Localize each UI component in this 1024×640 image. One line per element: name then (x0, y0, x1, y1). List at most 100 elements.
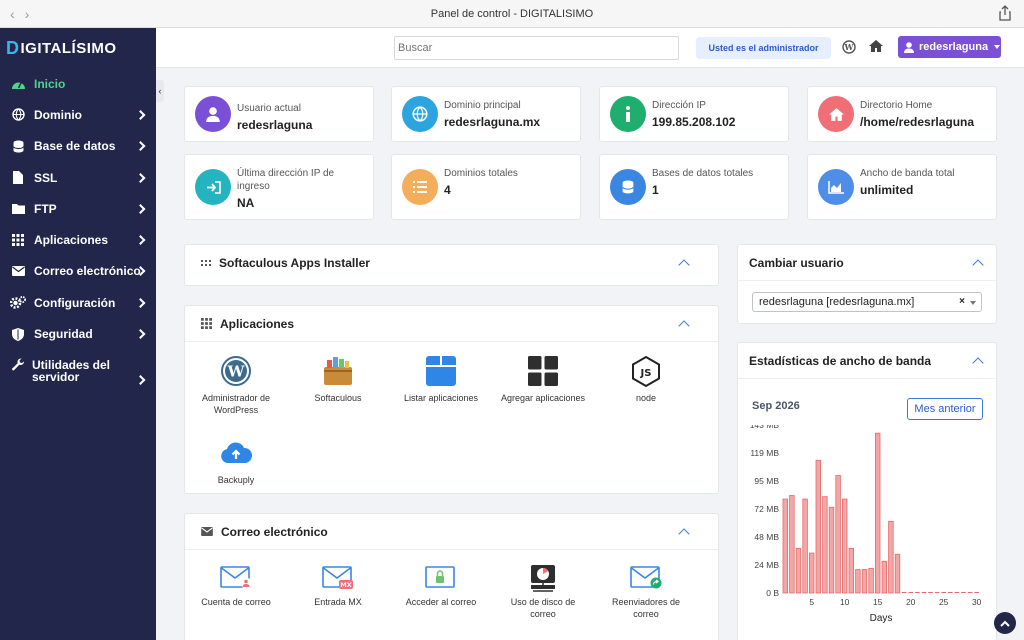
chevron-right-icon (135, 235, 146, 246)
sidebar-item-correo[interactable]: Correo electrónico (0, 256, 156, 287)
list-icon (402, 169, 438, 205)
softaculous-icon (324, 357, 352, 385)
app-node[interactable]: JS node (601, 354, 691, 404)
globe-icon (10, 108, 26, 122)
top-bar: Usted es el administrador W redesrlaguna (156, 28, 1024, 68)
wrench-icon (10, 358, 26, 372)
email-access-webmail[interactable]: Acceder al correo (396, 564, 486, 608)
switch-user-panel-header[interactable]: Cambiar usuario (738, 245, 996, 281)
mail-mx-icon: MX (322, 566, 353, 589)
bar-day-13 (861, 569, 868, 594)
svg-text:W: W (844, 42, 855, 52)
bar-day-1 (782, 498, 788, 594)
email-mx-entry[interactable]: MX Entrada MX (293, 564, 383, 608)
wordpress-icon[interactable]: W (842, 40, 856, 54)
chevron-up-icon[interactable] (678, 528, 690, 540)
sidebar-item-ssl[interactable]: SSL (0, 162, 156, 193)
home-icon (818, 96, 854, 132)
sidebar-item-dominio[interactable]: Dominio (0, 99, 156, 130)
area-chart-icon (818, 169, 854, 205)
info-icon (610, 96, 646, 132)
bar-day-10 (842, 498, 848, 594)
bar-day-7 (822, 496, 828, 594)
switch-user-select[interactable]: redesrlaguna [redesrlaguna.mx] × (752, 292, 982, 312)
x-tick-label: 25 (939, 597, 949, 607)
cogs-icon (10, 296, 26, 310)
info-card-dominios-totales: Dominios totales 4 (391, 154, 581, 220)
sidebar-item-base-de-datos[interactable]: Base de datos (0, 131, 156, 162)
nodejs-icon: JS (632, 355, 660, 387)
svg-text:MX: MX (340, 581, 351, 589)
previous-month-button[interactable]: Mes anterior (907, 398, 983, 420)
bar-day-17 (888, 520, 894, 594)
apps-panel-header[interactable]: Aplicaciones (185, 306, 718, 342)
clear-selection-icon[interactable]: × (959, 293, 965, 311)
bar-day-2 (789, 495, 795, 594)
switch-user-panel: Cambiar usuario redesrlaguna [redesrlagu… (737, 244, 997, 324)
svg-text:W: W (227, 363, 246, 381)
disk-usage-icon (531, 565, 555, 592)
chevron-up-icon[interactable] (678, 320, 690, 332)
bar-day-9 (835, 475, 841, 594)
x-tick-label: 15 (873, 597, 883, 607)
app-wordpress-manager[interactable]: W Administrador de WordPress (191, 354, 281, 416)
chevron-up-icon[interactable] (972, 357, 984, 369)
mail-lock-icon (425, 566, 455, 588)
sidebar-collapse-toggle[interactable]: ‹ (156, 80, 164, 102)
app-backuply[interactable]: Backuply (191, 436, 281, 486)
mail-forward-icon (630, 566, 662, 589)
y-tick-label: 119 MB (750, 448, 779, 458)
email-panel-header[interactable]: Correo electrónico (185, 514, 718, 550)
chevron-right-icon (135, 329, 146, 339)
info-card-ip: Dirección IP 199.85.208.102 (599, 86, 789, 142)
y-tick-label: 48 MB (754, 532, 779, 542)
email-disk-usage[interactable]: Uso de disco de correo (498, 564, 588, 620)
email-forwarders[interactable]: Reenviadores de correo (601, 564, 691, 620)
sidebar-item-inicio[interactable]: Inicio (0, 68, 156, 99)
window-title: Panel de control - DIGITALISIMO (430, 8, 594, 20)
search-input[interactable] (394, 36, 679, 60)
y-tick-label: 143 MB (750, 425, 780, 430)
bar-day-4 (802, 498, 808, 594)
bandwidth-panel-header[interactable]: Estadísticas de ancho de banda (738, 343, 996, 379)
x-tick-label: 30 (972, 597, 982, 607)
brand-logo[interactable]: D IGITALÍSIMO (0, 28, 156, 68)
mail-user-icon (220, 566, 252, 589)
admin-badge[interactable]: Usted es el administrador (696, 37, 831, 59)
user-menu-button[interactable]: redesrlaguna (898, 36, 1001, 58)
y-tick-label: 72 MB (754, 504, 779, 514)
app-add-applications[interactable]: Agregar aplicaciones (498, 354, 588, 404)
chevron-right-icon (135, 203, 146, 214)
chevron-up-icon[interactable] (972, 259, 984, 271)
sidebar-item-utilidades[interactable]: Utilidades del servidor (0, 350, 156, 392)
user-icon (904, 41, 914, 53)
scroll-to-top-button[interactable] (994, 612, 1016, 634)
home-icon[interactable] (868, 39, 884, 53)
share-icon[interactable] (998, 5, 1012, 21)
softaculous-panel-header[interactable]: Softaculous Apps Installer (185, 245, 718, 281)
sidebar-item-ftp[interactable]: FTP (0, 193, 156, 224)
sign-in-icon (195, 169, 231, 205)
email-accounts[interactable]: Cuenta de correo (191, 564, 281, 608)
sidebar-item-configuracion[interactable]: Configuración (0, 287, 156, 318)
app-softaculous[interactable]: Softaculous (293, 354, 383, 404)
info-card-usuario: Usuario actual redesrlaguna (184, 86, 374, 142)
caret-down-icon (994, 45, 1001, 49)
bar-day-12 (855, 569, 861, 594)
caret-down-icon (970, 301, 976, 305)
bar-day-3 (795, 547, 802, 594)
sidebar-item-aplicaciones[interactable]: Aplicaciones (0, 224, 156, 255)
database-icon (610, 169, 646, 205)
sidebar: D IGITALÍSIMO Inicio Dominio Base de dato… (0, 28, 156, 640)
y-tick-label: 24 MB (754, 560, 779, 570)
chevron-up-icon[interactable] (678, 259, 690, 271)
info-card-ultima-ip: Última dirección IP de ingreso NA (184, 154, 374, 220)
database-icon (10, 139, 26, 153)
file-icon (10, 171, 26, 185)
shield-icon (10, 327, 26, 341)
app-list-applications[interactable]: Listar aplicaciones (396, 354, 486, 404)
grid-icon (201, 259, 211, 266)
sidebar-item-seguridad[interactable]: Seguridad (0, 318, 156, 349)
app-window-icon (426, 356, 456, 386)
envelope-icon (201, 527, 213, 536)
